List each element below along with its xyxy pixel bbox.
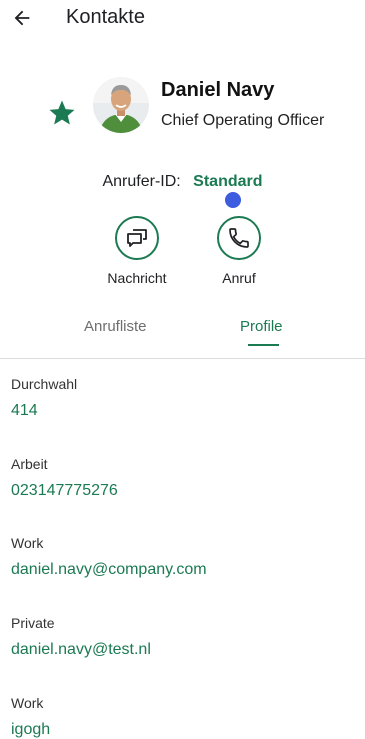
arrow-left-icon — [14, 10, 30, 26]
caller-id-label: Anrufer-ID: — [102, 173, 181, 190]
call-button[interactable] — [217, 216, 261, 260]
chat-icon — [127, 229, 147, 247]
page-title: Kontakte — [66, 6, 145, 28]
call-label: Anruf — [222, 270, 256, 286]
field-label: Work — [11, 535, 44, 551]
field-value[interactable]: 023147775276 — [11, 482, 118, 500]
field-label: Arbeit — [11, 456, 48, 472]
field-value[interactable]: daniel.navy@company.com — [11, 561, 207, 579]
active-tab-indicator — [248, 344, 279, 346]
tab-profile[interactable]: Profile — [240, 318, 283, 335]
phone-icon — [229, 228, 249, 248]
call-action: Anruf — [199, 216, 279, 286]
contact-job-title: Chief Operating Officer — [161, 112, 325, 129]
tab-call-list[interactable]: Anrufliste — [84, 318, 147, 335]
avatar — [93, 77, 243, 210]
contact-name: Daniel Navy — [161, 79, 275, 101]
field-extension: Durchwahl 414 — [11, 376, 77, 420]
presence-indicator — [223, 190, 243, 210]
tabs-divider — [0, 358, 365, 359]
avatar-photo — [93, 77, 149, 133]
field-private-email: Private daniel.navy@test.nl — [11, 615, 151, 659]
message-button[interactable] — [115, 216, 159, 260]
caller-id-row: Anrufer-ID: Standard — [0, 173, 365, 191]
field-label: Durchwahl — [11, 376, 78, 392]
field-value[interactable]: 414 — [11, 402, 77, 420]
favorite-star-icon[interactable] — [47, 98, 77, 128]
field-work-other: Work igogh — [11, 695, 50, 739]
top-app-bar: Kontakte — [0, 0, 365, 38]
field-label: Work — [11, 695, 44, 711]
field-value[interactable]: daniel.navy@test.nl — [11, 641, 151, 659]
field-label: Private — [11, 615, 55, 631]
message-label: Nachricht — [107, 270, 167, 286]
caller-id-value[interactable]: Standard — [193, 173, 262, 190]
field-work-email: Work daniel.navy@company.com — [11, 535, 207, 579]
field-value[interactable]: igogh — [11, 721, 50, 739]
field-work-phone: Arbeit 023147775276 — [11, 456, 118, 500]
back-button[interactable] — [8, 4, 36, 32]
message-action: Nachricht — [97, 216, 177, 286]
